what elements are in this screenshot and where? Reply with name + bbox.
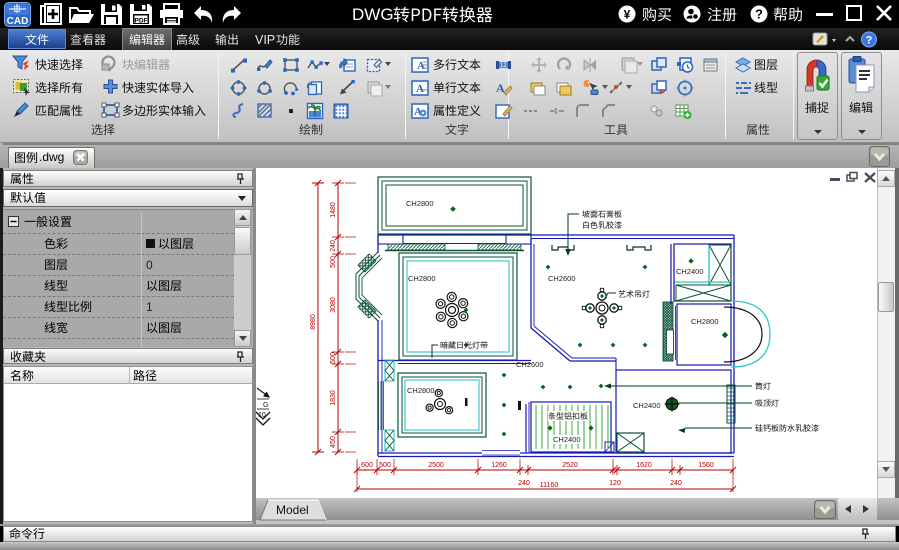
- svg-text:¥: ¥: [624, 8, 631, 22]
- svg-text:2520: 2520: [562, 462, 578, 469]
- svg-text:500: 500: [330, 256, 337, 268]
- svg-text:1560: 1560: [698, 462, 714, 469]
- svg-text:11160: 11160: [540, 482, 559, 489]
- svg-text:1830: 1830: [330, 390, 337, 406]
- svg-text:500: 500: [379, 462, 391, 469]
- svg-text:1620: 1620: [636, 462, 652, 469]
- svg-text:500: 500: [330, 352, 337, 364]
- svg-text:1480: 1480: [330, 202, 337, 218]
- svg-text:1260: 1260: [491, 462, 507, 469]
- svg-text:240: 240: [670, 480, 682, 487]
- svg-text:A: A: [416, 83, 424, 95]
- svg-text:8980: 8980: [310, 314, 317, 330]
- svg-text:CAD: CAD: [7, 16, 29, 27]
- svg-text:450: 450: [330, 436, 337, 448]
- svg-text:120: 120: [609, 480, 621, 487]
- svg-text:240: 240: [330, 240, 337, 252]
- svg-text:2500: 2500: [428, 462, 444, 469]
- svg-text:?: ?: [755, 7, 763, 22]
- svg-text:?: ?: [866, 35, 873, 47]
- svg-text:G: G: [263, 402, 268, 409]
- svg-text:PDF: PDF: [135, 18, 148, 25]
- svg-text:600: 600: [361, 462, 373, 469]
- svg-text:3080: 3080: [330, 297, 337, 313]
- svg-text:12: 12: [500, 63, 507, 69]
- svg-text:240: 240: [518, 480, 530, 487]
